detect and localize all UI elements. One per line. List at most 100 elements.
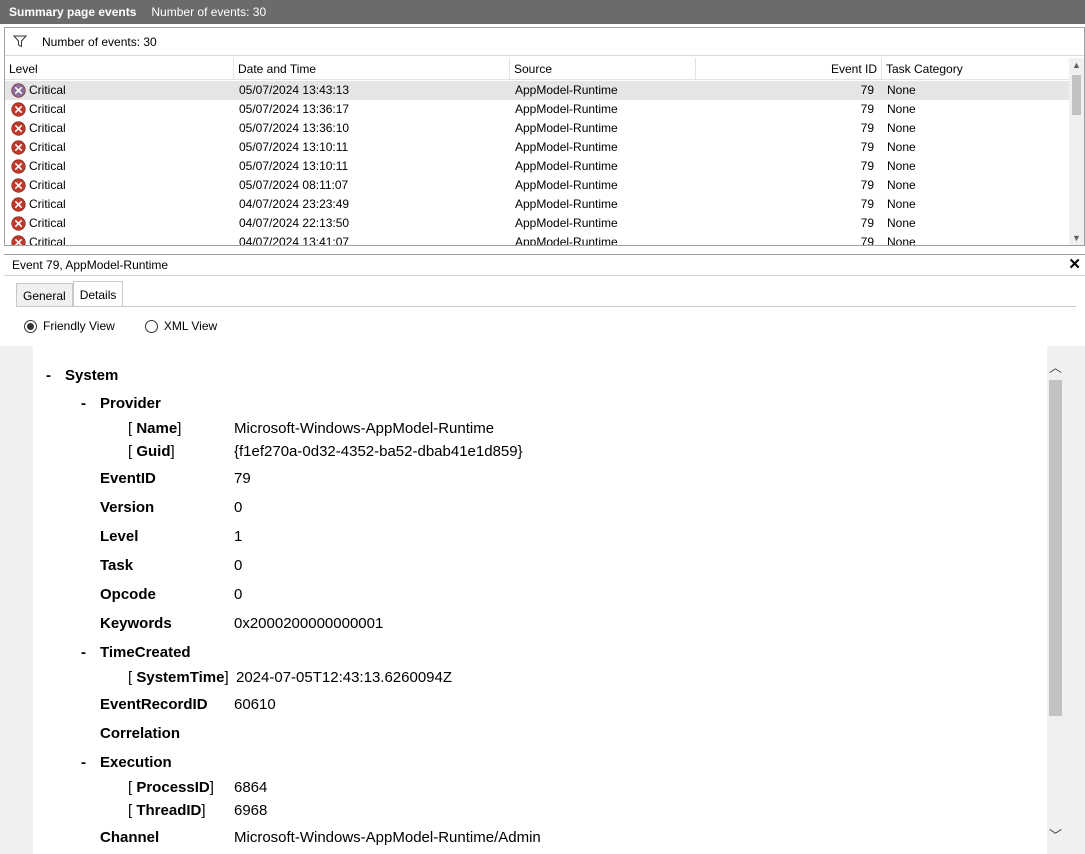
cell-level-text: Critical <box>29 83 66 97</box>
cell-level: Critical <box>11 195 66 214</box>
cell-level: Critical <box>11 214 66 233</box>
table-row[interactable]: Critical 05/07/2024 13:36:10 AppModel-Runt… <box>5 119 1071 138</box>
collapse-provider-toggle[interactable]: - <box>81 395 86 412</box>
attr-processid-value: 6864 <box>234 779 268 796</box>
table-row[interactable]: Critical 05/07/2024 13:43:13 AppModel-Runt… <box>5 81 1071 100</box>
attr-guid: [ Guid] <box>128 443 175 460</box>
field-level: Level <box>100 528 139 545</box>
radio-unselected-icon[interactable] <box>144 319 158 333</box>
cell-date: 05/07/2024 13:10:11 <box>239 159 349 173</box>
list-scrollbar[interactable]: ▲ ▼ <box>1069 58 1084 245</box>
cell-task-category: None <box>887 140 916 154</box>
cell-task-category: None <box>887 216 916 230</box>
cell-source: AppModel-Runtime <box>515 178 618 192</box>
cell-task-category: None <box>887 121 916 135</box>
collapse-execution-toggle[interactable]: - <box>81 754 86 771</box>
cell-date: 05/07/2024 13:10:11 <box>239 140 349 154</box>
critical-error-icon <box>11 177 27 194</box>
filter-count-label: Number of events: 30 <box>42 34 157 49</box>
critical-error-icon <box>11 234 27 245</box>
attr-threadid: [ ThreadID] <box>128 802 206 819</box>
scroll-down-icon[interactable]: ﹀ <box>1047 826 1064 846</box>
cell-source: AppModel-Runtime <box>515 83 618 97</box>
cell-level: Critical <box>11 157 66 176</box>
friendly-view-radio[interactable]: Friendly View <box>24 319 115 333</box>
cell-event-id: 79 <box>860 102 874 116</box>
cell-event-id: 79 <box>860 178 874 192</box>
column-header-event-id[interactable]: Event ID <box>696 58 882 80</box>
tab-details[interactable]: Details <box>72 281 124 306</box>
radio-selected-icon[interactable] <box>24 319 37 333</box>
cell-level: Critical <box>11 138 66 157</box>
field-keywords-value: 0x2000200000000001 <box>234 615 384 632</box>
field-level-value: 1 <box>234 528 243 545</box>
detail-scrollbar[interactable]: ︿ ﹀ <box>1047 356 1064 854</box>
cell-event-id: 79 <box>860 197 874 211</box>
tab-divider <box>16 306 1076 307</box>
critical-error-icon <box>11 196 27 213</box>
cell-date: 04/07/2024 23:23:49 <box>239 197 350 211</box>
table-row[interactable]: Critical 05/07/2024 13:10:11 AppModel-Runt… <box>5 138 1071 157</box>
attr-systemtime: [ SystemTime] <box>128 669 229 686</box>
table-row[interactable]: Critical 04/07/2024 23:23:49 AppModel-Runt… <box>5 195 1071 214</box>
event-data-tree: - System - Provider [ Name] Microsoft-Wi… <box>33 347 1047 854</box>
field-version: Version <box>100 499 155 516</box>
column-headers: Level Date and Time Source Event ID Task… <box>5 58 1071 80</box>
detail-scrollbar-thumb[interactable] <box>1049 380 1062 716</box>
table-row[interactable]: Critical 05/07/2024 08:11:07 AppModel-Runt… <box>5 176 1071 195</box>
cell-level-text: Critical <box>29 140 66 154</box>
cell-level-text: Critical <box>29 178 66 192</box>
attr-systemtime-value: 2024-07-05T12:43:13.6260094Z <box>236 669 453 686</box>
table-row[interactable]: Critical 04/07/2024 13:41:07 AppModel-Runt… <box>5 233 1071 245</box>
field-eventid: EventID <box>100 470 156 487</box>
attr-name-value: Microsoft-Windows-AppModel-Runtime <box>234 420 495 437</box>
table-row[interactable]: Critical 05/07/2024 13:10:11 AppModel-Runt… <box>5 157 1071 176</box>
table-row[interactable]: Critical 05/07/2024 13:36:17 AppModel-Runt… <box>5 100 1071 119</box>
scroll-up-icon[interactable]: ▲ <box>1069 58 1084 73</box>
scroll-up-icon[interactable]: ︿ <box>1047 358 1064 378</box>
tab-general[interactable]: General <box>16 283 73 307</box>
cell-level: Critical <box>11 233 66 245</box>
filter-icon[interactable] <box>11 33 29 51</box>
collapse-timecreated-toggle[interactable]: - <box>81 644 86 661</box>
column-header-task-category[interactable]: Task Category <box>882 58 1071 80</box>
cell-task-category: None <box>887 83 916 97</box>
close-icon[interactable]: ✕ <box>1068 256 1081 274</box>
cell-event-id: 79 <box>860 121 874 135</box>
column-header-source[interactable]: Source <box>510 58 696 80</box>
node-system: System <box>65 367 119 384</box>
critical-error-icon <box>11 120 27 137</box>
event-rows: Critical 05/07/2024 13:43:13 AppModel-Runt… <box>5 81 1071 245</box>
field-keywords: Keywords <box>100 615 172 632</box>
scroll-down-icon[interactable]: ▼ <box>1069 231 1084 245</box>
field-task-value: 0 <box>234 557 243 574</box>
critical-error-icon <box>11 101 27 118</box>
friendly-view-label: Friendly View <box>43 319 115 333</box>
attr-processid: [ ProcessID] <box>128 779 214 796</box>
field-channel-value: Microsoft-Windows-AppModel-Runtime/Admin <box>234 829 541 846</box>
node-timecreated: TimeCreated <box>100 644 191 661</box>
column-header-date[interactable]: Date and Time <box>234 58 510 80</box>
column-header-level[interactable]: Level <box>5 58 234 80</box>
list-scrollbar-thumb[interactable] <box>1072 75 1081 115</box>
node-provider: Provider <box>100 395 161 412</box>
xml-view-radio[interactable]: XML View <box>144 319 218 333</box>
cell-event-id: 79 <box>860 216 874 230</box>
cell-source: AppModel-Runtime <box>515 121 618 135</box>
collapse-system-toggle[interactable]: - <box>46 367 51 384</box>
cell-level: Critical <box>11 119 66 138</box>
cell-source: AppModel-Runtime <box>515 102 618 116</box>
xml-view-label: XML View <box>163 319 218 333</box>
cell-date: 04/07/2024 22:13:50 <box>239 216 350 230</box>
cell-date: 05/07/2024 13:36:10 <box>239 121 350 135</box>
table-row[interactable]: Critical 04/07/2024 22:13:50 AppModel-Runt… <box>5 214 1071 233</box>
attr-threadid-value: 6968 <box>234 802 268 819</box>
cell-level-text: Critical <box>29 121 66 135</box>
cell-event-id: 79 <box>860 159 874 173</box>
field-eventrecordid-value: 60610 <box>234 696 276 713</box>
cell-source: AppModel-Runtime <box>515 216 618 230</box>
field-eventrecordid: EventRecordID <box>100 696 208 713</box>
cell-task-category: None <box>887 197 916 211</box>
cell-level-text: Critical <box>29 216 66 230</box>
critical-error-icon <box>11 158 27 175</box>
